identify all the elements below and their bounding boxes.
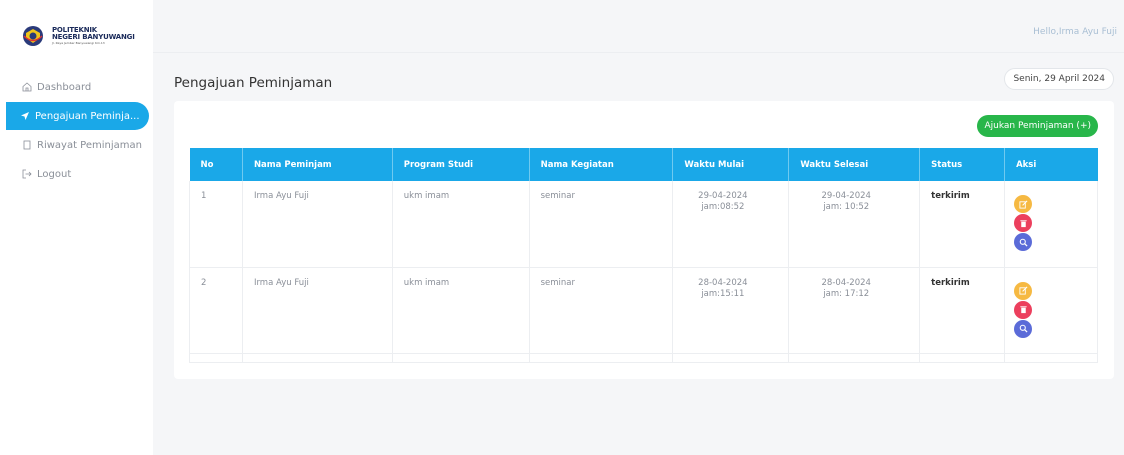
sidebar-item-logout[interactable]: Logout (0, 160, 153, 188)
cell-aksi (1004, 181, 1098, 268)
column-header: Program Studi (392, 148, 530, 181)
delete-button[interactable] (1014, 300, 1033, 319)
start-date: 29-04-2024 (698, 191, 748, 201)
table-row: 1 Irma Ayu Fuji ukm imam seminar 29-04-2… (189, 181, 1098, 268)
cell-program-studi: ukm imam (392, 267, 530, 354)
cell-nama-peminjam: Irma Ayu Fuji (242, 181, 393, 268)
cell-no: 2 (189, 267, 243, 354)
column-header: Waktu Selesai (788, 148, 921, 181)
add-loan-request-button[interactable]: Ajukan Peminjaman (+) (977, 115, 1098, 137)
sidebar-nav: Dashboard Pengajuan Peminja... Riwayat P… (0, 73, 153, 189)
trash-icon (1019, 219, 1027, 227)
start-date: 28-04-2024 (698, 277, 748, 288)
row-actions (1013, 281, 1033, 339)
column-header: Aksi (1004, 148, 1098, 181)
end-date: 28-04-2024 (821, 277, 871, 288)
cell-nama-kegiatan: seminar (529, 267, 674, 354)
edit-icon (1019, 200, 1028, 209)
zoom-icon (1019, 324, 1028, 333)
cell-status: terkirim (919, 267, 1006, 354)
end-time: jam: 10:52 (823, 202, 870, 213)
column-header: Status (919, 148, 1006, 181)
edit-button[interactable] (1014, 281, 1033, 300)
cell-program-studi: ukm imam (392, 181, 530, 268)
column-header: No (189, 148, 243, 181)
sidebar-item-label: Dashboard (37, 81, 92, 93)
cell-status: terkirim (919, 181, 1006, 268)
edit-button[interactable] (1014, 195, 1033, 213)
cell-waktu-mulai: 28-04-2024 jam:15:11 (672, 267, 790, 354)
view-detail-button[interactable] (1014, 319, 1033, 338)
user-greeting[interactable]: Hello,Irma Ayu Fuji (1033, 27, 1117, 37)
sidebar-item-label: Riwayat Peminjaman (37, 139, 142, 151)
loan-request-table: No Nama Peminjam Program Studi Nama Kegi… (189, 148, 1098, 363)
row-actions (1013, 195, 1033, 252)
sidebar-item-riwayat[interactable]: Riwayat Peminjaman (0, 131, 153, 159)
start-time: jam:15:11 (701, 288, 745, 299)
sidebar-item-pengajuan[interactable]: Pengajuan Peminja... (6, 102, 149, 130)
edit-icon (1019, 286, 1028, 295)
end-time: jam: 17:12 (823, 288, 870, 299)
content-card: Ajukan Peminjaman (+) No Nama Peminjam P… (174, 101, 1114, 379)
logo-line2: NEGERI BANYUWANGI (52, 33, 135, 41)
send-icon (20, 111, 30, 121)
home-icon (22, 82, 32, 92)
end-date: 29-04-2024 (821, 191, 871, 201)
column-header: Nama Kegiatan (529, 148, 674, 181)
cell-nama-kegiatan: seminar (529, 181, 674, 268)
top-bar: Hello,Irma Ayu Fuji (153, 0, 1124, 53)
logo-line3: Jl. Raya Jember Banyuwangi Km.13 (52, 41, 105, 45)
sidebar: POLITEKNIK NEGERI BANYUWANGI Jl. Raya Je… (0, 0, 153, 455)
table-row: 2 Irma Ayu Fuji ukm imam seminar 28-04-2… (189, 267, 1098, 354)
document-icon (22, 140, 32, 150)
logo[interactable]: POLITEKNIK NEGERI BANYUWANGI Jl. Raya Je… (0, 0, 153, 52)
campus-emblem-icon (23, 26, 43, 46)
start-time: jam:08:52 (701, 202, 745, 213)
cell-waktu-selesai: 29-04-2024 jam: 10:52 (788, 181, 921, 268)
column-header: Nama Peminjam (242, 148, 393, 181)
logout-icon (22, 169, 32, 179)
table-footer-row (189, 353, 1098, 363)
cell-waktu-selesai: 28-04-2024 jam: 17:12 (788, 267, 921, 354)
table-header-row: No Nama Peminjam Program Studi Nama Kegi… (189, 148, 1098, 181)
cell-waktu-mulai: 29-04-2024 jam:08:52 (672, 181, 790, 268)
logo-text: POLITEKNIK NEGERI BANYUWANGI Jl. Raya Je… (52, 27, 135, 45)
view-detail-button[interactable] (1014, 233, 1033, 251)
column-header: Waktu Mulai (672, 148, 790, 181)
trash-icon (1019, 306, 1027, 314)
cell-aksi (1004, 267, 1098, 354)
sidebar-item-dashboard[interactable]: Dashboard (0, 73, 153, 101)
zoom-icon (1019, 238, 1028, 247)
sidebar-item-label: Pengajuan Peminja... (35, 110, 140, 122)
cell-nama-peminjam: Irma Ayu Fuji (242, 267, 393, 354)
date-badge: Senin, 29 April 2024 (1004, 68, 1114, 90)
delete-button[interactable] (1014, 214, 1033, 232)
cell-no: 1 (189, 181, 243, 268)
sidebar-item-label: Logout (37, 168, 72, 180)
page-title: Pengajuan Peminjaman (174, 75, 333, 91)
